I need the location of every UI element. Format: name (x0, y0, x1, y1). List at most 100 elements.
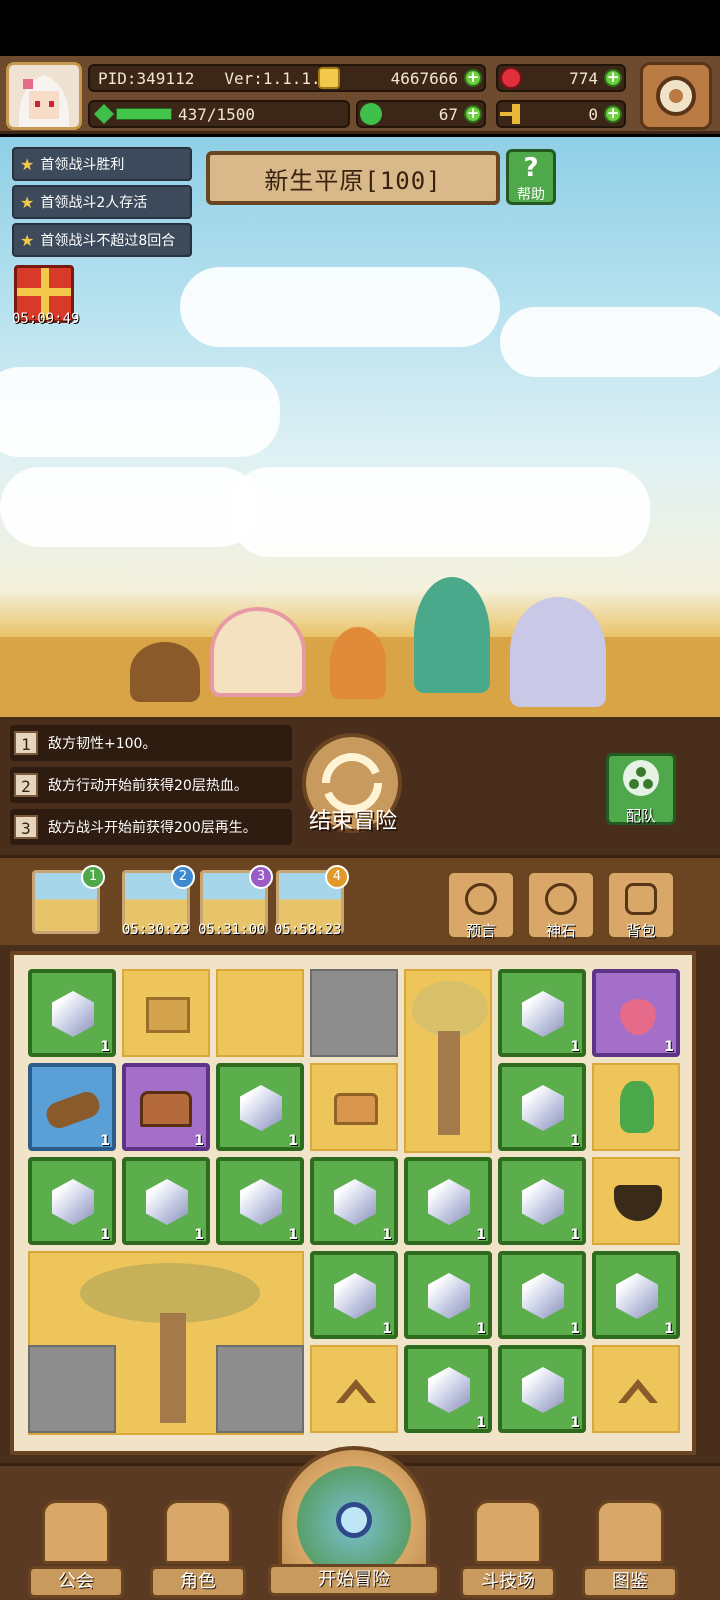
gem-tile[interactable]: 1 (28, 969, 116, 1057)
gem-tile[interactable]: 1 (404, 1345, 492, 1433)
stage-title-banner: 新生平原[100] (206, 151, 500, 205)
campfire-icon (336, 1379, 376, 1403)
slot-timer: 05:30:23 (122, 922, 190, 938)
cauldron-tile[interactable] (592, 1157, 680, 1245)
clover-value: 67 (438, 104, 458, 124)
add-gold-button[interactable]: + (464, 69, 482, 87)
gem-tile[interactable]: 1 (498, 1345, 586, 1433)
red-gem-icon (500, 67, 522, 89)
gem-tile[interactable]: 1 (592, 1251, 680, 1339)
guild-house-icon (42, 1500, 110, 1564)
log-tile[interactable]: 1 (28, 1063, 116, 1151)
stage-title: 新生平原[100] (264, 166, 442, 195)
nav-start-adventure[interactable]: 开始冒险 (268, 1446, 440, 1600)
cloud (230, 467, 650, 557)
crystal-icon (522, 1367, 564, 1413)
backpack-button[interactable]: 背包 (606, 870, 676, 940)
player-avatar[interactable] (6, 62, 82, 130)
team-button[interactable]: 配队 (606, 753, 676, 825)
nav-label: 角色 (150, 1566, 246, 1598)
goblin-enemy-tile[interactable] (592, 1063, 680, 1151)
crystal-icon (240, 1085, 282, 1131)
gem-tile[interactable]: 1 (498, 1063, 586, 1151)
god-stone-button[interactable]: 神石 (526, 870, 596, 940)
chest-tile[interactable] (310, 1063, 398, 1151)
map-grid: 1 1 1 1 1 1 1 1 1 1 1 1 1 1 1 1 1 1 1 (10, 951, 696, 1455)
treasure-chest-icon (334, 1093, 378, 1125)
crystal-icon (522, 1085, 564, 1131)
chest-tile[interactable]: 1 (122, 1063, 210, 1151)
campfire-tile[interactable] (310, 1345, 398, 1433)
key-value: 0 (588, 104, 598, 124)
settings-button[interactable] (640, 62, 712, 130)
stage-slot[interactable]: 1 (32, 865, 105, 934)
slot-badge: 2 (171, 865, 195, 889)
gem-tile[interactable]: 1 (216, 1063, 304, 1151)
quest-label: 首领战斗不超过8回合 (40, 233, 176, 249)
crystal-icon (52, 1179, 94, 1225)
gem-tile[interactable]: 1 (498, 1251, 586, 1339)
effect-number: 1 (14, 731, 38, 755)
gem-tile[interactable]: 1 (216, 1157, 304, 1245)
question-mark-icon: ? (523, 153, 539, 183)
cloud (0, 467, 260, 547)
cauldron-icon (614, 1185, 662, 1221)
gem-tile[interactable]: 1 (404, 1251, 492, 1339)
chest-tile[interactable] (122, 969, 210, 1057)
clover-icon (360, 103, 382, 125)
crystal-icon (428, 1179, 470, 1225)
strawberry-icon (620, 999, 656, 1035)
campfire-tile[interactable] (592, 1345, 680, 1433)
gold-coin-icon (318, 67, 340, 89)
help-button[interactable]: ? 帮助 (506, 149, 556, 205)
team-formation-icon (623, 760, 659, 796)
empty-tile[interactable] (216, 969, 304, 1057)
gem-tile[interactable]: 1 (122, 1157, 210, 1245)
nav-label: 开始冒险 (268, 1564, 440, 1596)
prophecy-button[interactable]: 预言 (446, 870, 516, 940)
effect-text: 敌方韧性+100。 (48, 736, 157, 752)
effect-text: 敌方战斗开始前获得200层再生。 (48, 820, 257, 836)
prophecy-label: 预言 (465, 922, 496, 940)
slot-badge: 4 (325, 865, 349, 889)
treasure-chest-icon (140, 1091, 192, 1127)
add-gem-button[interactable]: + (604, 69, 622, 87)
backpack-icon (625, 883, 657, 915)
nav-guild[interactable]: 公会 (28, 1496, 124, 1598)
bunny-hero (414, 577, 490, 693)
tree-tile (404, 969, 492, 1153)
rock-tile (28, 1345, 116, 1433)
energy-clover-icon (94, 104, 114, 124)
quest-item: ★ 首领战斗不超过8回合 (12, 223, 192, 257)
gem-tile[interactable]: 1 (498, 969, 586, 1057)
star-icon: ★ (20, 230, 35, 250)
nav-codex[interactable]: 图鉴 (582, 1496, 678, 1598)
fox-creature (330, 627, 386, 699)
add-key-button[interactable]: + (604, 105, 622, 123)
gem-tile[interactable]: 1 (310, 1251, 398, 1339)
cloud (180, 267, 500, 347)
character-icon (164, 1500, 232, 1564)
end-adventure-button[interactable]: 结束冒险 (298, 733, 408, 839)
gem-tile[interactable]: 1 (310, 1157, 398, 1245)
game-version: Ver:1.1.1.3 (224, 68, 331, 88)
battle-scene: ★ 首领战斗胜利 ★ 首领战斗2人存活 ★ 首领战斗不超过8回合 新生平原[10… (0, 137, 720, 717)
gem-tile[interactable]: 1 (28, 1157, 116, 1245)
effect-number: 2 (14, 773, 38, 797)
bottom-nav: 公会 角色 开始冒险 斗技场 图鉴 (0, 1446, 720, 1600)
energy-value: 437/1500 (178, 104, 256, 124)
fruit-tile[interactable]: 1 (592, 969, 680, 1057)
crossed-swords-icon (474, 1500, 542, 1564)
gem-tile[interactable]: 1 (498, 1157, 586, 1245)
nav-arena[interactable]: 斗技场 (460, 1496, 556, 1598)
add-clover-button[interactable]: + (464, 105, 482, 123)
nav-character[interactable]: 角色 (150, 1496, 246, 1598)
gem-tile[interactable]: 1 (404, 1157, 492, 1245)
open-chest-icon (146, 997, 190, 1033)
crystal-icon (522, 1273, 564, 1319)
cloud (0, 367, 280, 457)
quest-label: 首领战斗2人存活 (40, 195, 148, 211)
quest-label: 首领战斗胜利 (40, 157, 125, 173)
crystal-ball-icon (465, 883, 497, 915)
map-board: 1 1 1 1 1 1 1 1 1 1 1 1 1 1 1 1 1 1 1 (0, 945, 720, 1463)
